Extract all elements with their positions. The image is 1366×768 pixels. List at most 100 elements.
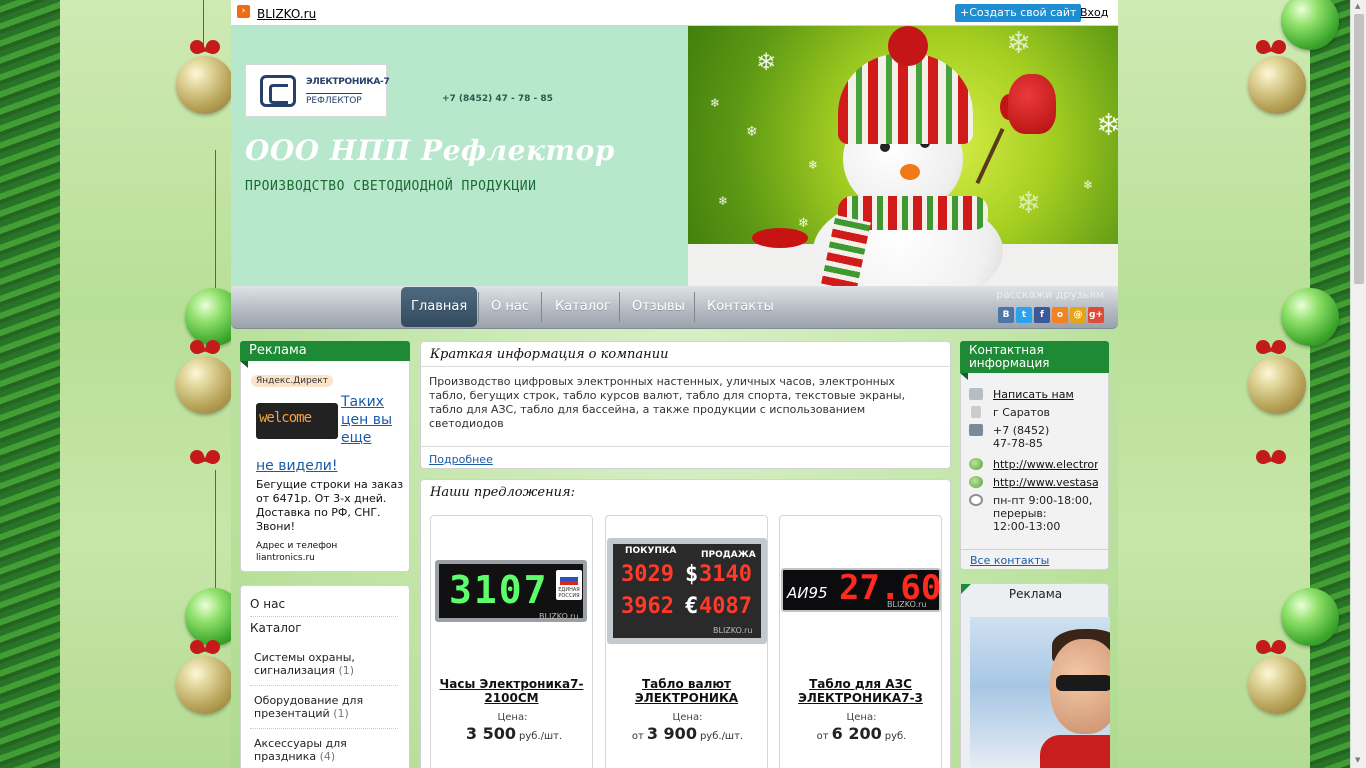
currency-symbol: $ xyxy=(685,562,699,587)
rate-display: 3962 xyxy=(621,594,674,619)
rate-display: 3140 xyxy=(699,562,752,587)
product-card[interactable]: ПОКУПКА ПРОДАЖА 3029 $ 3140 3962 € 4087 … xyxy=(605,515,768,768)
main-nav: Главная О нас Каталог Отзывы Контакты ра… xyxy=(231,286,1118,329)
ornament-ball xyxy=(1281,588,1339,646)
menu-item-catalog[interactable]: Каталог xyxy=(250,621,302,635)
product-image[interactable]: 3107 ЕДИНАЯ РОССИЯ BLIZKO.ru xyxy=(435,546,589,628)
offers-title: Наши предложения: xyxy=(430,485,576,500)
facebook-icon[interactable]: f xyxy=(1034,307,1050,323)
product-price: от 3 900 руб./шт. xyxy=(631,724,744,743)
left-ad-block: Реклама Яндекс.Директ welcome Таких цен … xyxy=(240,341,410,572)
contacts-title: Контактная информация xyxy=(960,341,1109,380)
clock-display: 3107 xyxy=(449,568,549,612)
odnoklassniki-icon[interactable]: о xyxy=(1052,307,1068,323)
product-card[interactable]: АИ95 27.60 BLIZKO.ru Табло для АЗС ЭЛЕКТ… xyxy=(779,515,942,768)
vkontakte-icon[interactable]: В xyxy=(998,307,1014,323)
clock-icon xyxy=(969,494,983,506)
ornament-ball xyxy=(1281,288,1339,346)
badge-line2: РОССИЯ xyxy=(558,593,580,599)
share-label: расскажи друзьям xyxy=(996,288,1105,301)
snowman-banner: ❄ ❄ ❄ ❄ ❄ ❄ ❄ ❄ ❄ ❄ xyxy=(688,26,1118,286)
ornament-ball xyxy=(1248,656,1306,714)
contacts-block: Контактная информация Написать нам г Сар… xyxy=(960,341,1110,570)
product-name[interactable]: Табло валют ЭЛЕКТРОНИКА xyxy=(608,677,765,705)
scroll-up-icon[interactable]: ▲ xyxy=(1355,2,1360,10)
nav-contacts[interactable]: Контакты xyxy=(697,287,784,327)
top-bar: › BLIZKO.ru +Создать свой сайт Вход xyxy=(231,0,1118,26)
site-header: ЭЛЕКТРОНИКА-7 РЕФЛЕКТОР +7 (8452) 47 - 7… xyxy=(231,26,1118,286)
image-watermark: BLIZKO.ru xyxy=(713,626,753,635)
ornament-ball xyxy=(176,356,231,414)
ad-photo[interactable] xyxy=(970,617,1110,768)
product-name[interactable]: Табло для АЗС ЭЛЕКТРОНИКА7-3 xyxy=(782,677,939,705)
mailru-icon[interactable]: @ xyxy=(1070,307,1086,323)
ad-text: Бегущие строки на заказ от 6471р. От 3-х… xyxy=(256,478,404,533)
more-link[interactable]: Подробнее xyxy=(429,453,493,466)
product-name[interactable]: Часы Электроника7-2100СМ xyxy=(433,677,590,705)
blizko-link[interactable]: BLIZKO.ru xyxy=(257,7,316,21)
googleplus-icon[interactable]: g+ xyxy=(1088,307,1104,323)
ad-image-text: welcome xyxy=(259,410,312,426)
about-block: Краткая информация о компании Производст… xyxy=(420,341,951,469)
product-image[interactable]: ПОКУПКА ПРОДАЖА 3029 $ 3140 3962 € 4087 … xyxy=(607,538,767,646)
twitter-icon[interactable]: t xyxy=(1016,307,1032,323)
logo-line1: ЭЛЕКТРОНИКА-7 xyxy=(306,77,390,87)
nav-reviews[interactable]: Отзывы xyxy=(622,287,695,327)
globe-icon xyxy=(969,458,983,470)
company-name: ООО НПП Рефлектор xyxy=(245,134,615,167)
menu-subitem-count: (1) xyxy=(333,707,349,720)
ornament-ball xyxy=(176,656,231,714)
nav-home[interactable]: Главная xyxy=(401,287,478,327)
ornament-ball xyxy=(1248,56,1306,114)
yandex-direct-badge[interactable]: Яндекс.Директ xyxy=(251,375,333,387)
menu-subitem-count: (1) xyxy=(338,664,355,677)
sell-header: ПРОДАЖА xyxy=(701,550,756,560)
rate-display: 3029 xyxy=(621,562,674,587)
building-icon xyxy=(971,406,981,418)
menu-subitem[interactable]: Оборудование для презентаций (1) xyxy=(254,694,384,720)
right-ad-title: Реклама xyxy=(961,584,1110,604)
ornament-ball xyxy=(176,56,231,114)
nav-about[interactable]: О нас xyxy=(481,287,539,327)
phone-icon xyxy=(969,424,983,436)
about-text: Производство цифровых электронных настен… xyxy=(429,375,906,430)
ad-link[interactable]: Таких цен вы еще xyxy=(341,393,401,447)
image-watermark: BLIZKO.ru xyxy=(887,600,927,609)
company-slogan: ПРОИЗВОДСТВО СВЕТОДИОДНОЙ ПРОДУКЦИИ xyxy=(245,179,537,194)
create-site-button[interactable]: +Создать свой сайт xyxy=(955,4,1082,22)
fuel-label: АИ95 xyxy=(787,584,828,602)
logo-line2: РЕФЛЕКТОР xyxy=(306,93,362,106)
right-decoration xyxy=(1118,0,1350,768)
price-label: Цена: xyxy=(497,712,528,723)
site-link[interactable]: http://www.vestasa xyxy=(993,476,1098,489)
menu-subitem[interactable]: Системы охраны, сигнализация (1) xyxy=(254,651,384,677)
product-image[interactable]: АИ95 27.60 BLIZKO.ru xyxy=(781,568,941,614)
product-card[interactable]: 3107 ЕДИНАЯ РОССИЯ BLIZKO.ru Часы Электр… xyxy=(430,515,593,768)
product-price: 3 500 руб./шт. xyxy=(465,724,563,743)
image-watermark: BLIZKO.ru xyxy=(539,612,579,621)
rate-display: 4087 xyxy=(699,594,752,619)
ad-image[interactable]: welcome xyxy=(256,403,338,439)
company-logo[interactable]: ЭЛЕКТРОНИКА-7 РЕФЛЕКТОР xyxy=(245,64,390,117)
ad-footer-domain: liantronics.ru xyxy=(256,553,315,563)
right-ad-block: Реклама xyxy=(960,583,1110,768)
logo-mark-icon xyxy=(260,75,296,107)
site-link[interactable]: http://www.electron xyxy=(993,458,1098,471)
write-us-link[interactable]: Написать нам xyxy=(993,388,1098,401)
ad-footer[interactable]: Адрес и телефон liantronics.ru xyxy=(256,540,406,564)
ad-link-continued[interactable]: не видели! xyxy=(256,458,338,474)
currency-symbol: € xyxy=(685,594,699,619)
nav-catalog[interactable]: Каталог xyxy=(545,287,621,327)
ad-footer-line1: Адрес и телефон xyxy=(256,541,338,551)
vertical-scrollbar[interactable]: ▲ ▼ xyxy=(1350,0,1366,768)
menu-item-about[interactable]: О нас xyxy=(250,597,285,611)
menu-subitem[interactable]: Аксессуары для праздника (4) xyxy=(254,737,384,763)
login-link[interactable]: Вход xyxy=(1080,6,1108,19)
price-label: Цена: xyxy=(672,712,703,723)
all-contacts-link[interactable]: Все контакты xyxy=(961,549,1110,567)
scroll-down-icon[interactable]: ▼ xyxy=(1355,756,1360,764)
left-decoration xyxy=(0,0,231,768)
scrollbar-thumb[interactable] xyxy=(1354,14,1364,284)
left-ad-title: Реклама xyxy=(240,341,410,368)
share-icons: Вt f о @ g+ xyxy=(998,307,1106,323)
